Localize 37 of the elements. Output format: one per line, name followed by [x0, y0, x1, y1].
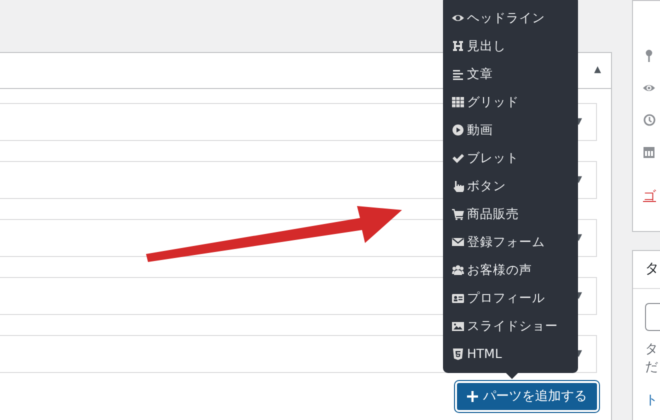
checkmark-icon [452, 152, 464, 164]
eye-icon [452, 12, 464, 24]
image-icon [452, 320, 464, 332]
help-text: だ [645, 359, 659, 377]
help-text: タ [645, 341, 659, 359]
input-field[interactable] [645, 303, 660, 331]
trash-link[interactable]: ゴ [643, 187, 660, 206]
menu-item[interactable]: ヘッドライン [443, 4, 578, 32]
plus-icon [467, 391, 478, 402]
menu-item[interactable]: グリッド [443, 88, 578, 116]
menu-item[interactable]: お客様の声 [443, 256, 578, 284]
envelope-icon [452, 236, 464, 248]
menu-item[interactable]: ボタン [443, 172, 578, 200]
collapse-toggle[interactable]: ▲ [594, 66, 601, 75]
html5-icon [452, 348, 464, 360]
heading-icon [452, 40, 464, 52]
text-lines-icon [452, 68, 464, 80]
id-card-icon [452, 292, 464, 304]
menu-item[interactable]: 動画 [443, 116, 578, 144]
users-icon [452, 264, 464, 276]
calendar-icon [643, 145, 656, 159]
panel-link[interactable]: ト [633, 391, 660, 410]
hand-pointer-icon [452, 180, 464, 192]
menu-item[interactable]: 登録フォーム [443, 228, 578, 256]
menu-item[interactable]: プロフィール [443, 284, 578, 312]
menu-item[interactable]: スライドショー [443, 312, 578, 340]
menu-item[interactable]: 商品販売 [443, 200, 578, 228]
play-icon [452, 124, 464, 136]
panel-heading: タ [633, 251, 660, 289]
menu-item[interactable]: 見出し [443, 32, 578, 60]
grid-icon [452, 96, 464, 108]
cart-icon [452, 208, 464, 220]
menu-item[interactable]: HTML [443, 340, 578, 368]
menu-item[interactable]: 文章 [443, 60, 578, 88]
history-icon [643, 113, 656, 127]
add-parts-button[interactable]: パーツを追加する [455, 381, 599, 412]
menu-item[interactable]: ブレット [443, 144, 578, 172]
